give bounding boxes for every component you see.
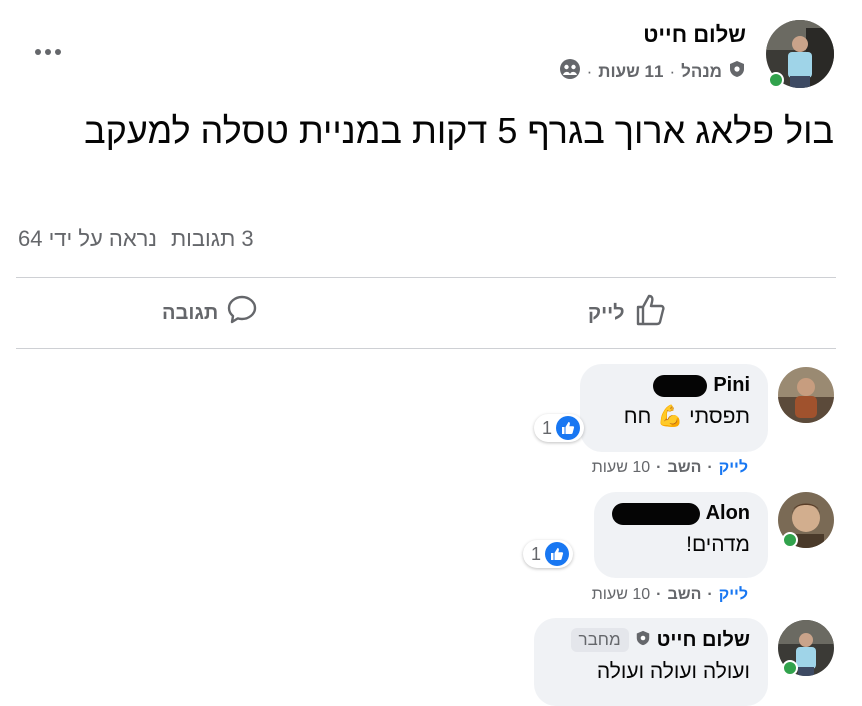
comment-text: ועולה ועולה ועולה [596,660,750,683]
comment-author[interactable]: שלום חייט מחבר [552,628,750,652]
post-time[interactable]: 11 שעות [598,62,663,82]
comment-time[interactable]: 10 שעות [592,586,650,604]
comment-text: תפסתי 💪 חח [623,405,750,428]
post-stats: 3 תגובות נראה על ידי 64 [18,226,254,252]
divider-bottom [16,348,836,349]
comment-text: מדהים! [686,533,750,556]
role-label: מנהל [681,61,722,81]
meta-separator-2: · [586,61,593,81]
post-meta: מנהל · 11 שעות · [559,58,746,85]
online-indicator [782,532,798,548]
more-options-icon[interactable] [28,38,68,66]
divider-top [16,277,836,278]
comment-time[interactable]: 10 שעות [592,459,650,477]
comment-bubble: שלום חייט מחבר ועולה ועולה ועולה [534,618,768,706]
redaction-mark [612,502,700,525]
online-indicator [782,660,798,676]
like-label: לייק [588,301,625,324]
author-name[interactable]: שלום חייט [643,22,746,48]
group-privacy-icon [559,58,581,85]
comment-reply-link[interactable]: השב [667,459,701,477]
admin-shield-icon [728,60,746,83]
comment-author[interactable]: Pini [598,374,750,397]
online-indicator [768,72,784,88]
comment-button[interactable]: תגובה [162,290,258,336]
meta-separator: · [669,61,676,81]
comment-bubble-icon [226,294,258,332]
comment-actions: לייק · השב · 10 שעות [591,586,748,604]
comment-bubble: Pini תפסתי 💪 חח [580,364,768,452]
commenter-avatar[interactable] [778,367,834,423]
comment-like-link[interactable]: לייק [719,586,748,604]
comment-reply-link[interactable]: השב [667,586,701,604]
comment-actions: לייק · השב · 10 שעות [591,459,748,477]
seen-by[interactable]: נראה על ידי 64 [18,226,157,252]
like-reaction-icon [545,542,570,566]
comment-author[interactable]: Alon [612,502,750,525]
like-button[interactable]: לייק [588,290,667,336]
like-thumb-icon [633,293,667,333]
comment-label: תגובה [162,301,219,324]
redaction-mark [653,374,708,397]
reaction-count[interactable]: 1 [523,540,574,568]
like-reaction-icon [556,416,581,440]
post-body: בול פלאג ארוך בגרף 5 דקות במניית טסלה למ… [84,110,834,151]
comment-bubble: Alon מדהים! [594,492,768,578]
comment-like-link[interactable]: לייק [719,459,748,477]
admin-shield-icon [635,629,651,652]
comments-count[interactable]: 3 תגובות [171,226,254,252]
author-badge: מחבר [570,628,629,652]
reaction-count[interactable]: 1 [534,414,585,442]
